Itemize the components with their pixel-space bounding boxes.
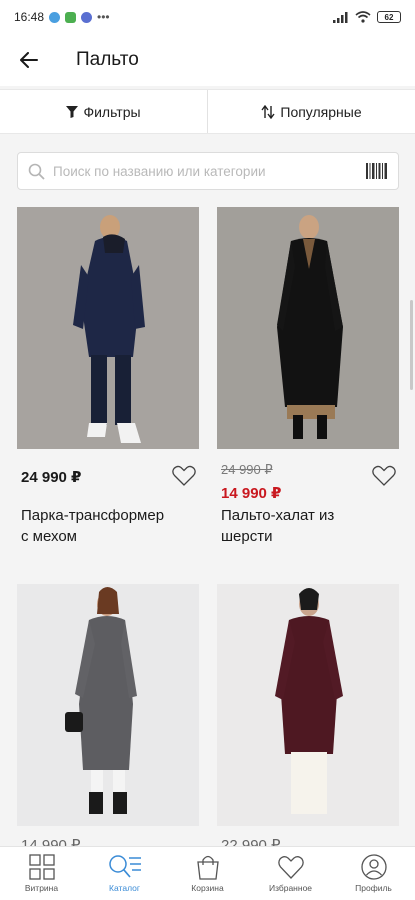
- status-time: 16:48: [14, 10, 45, 24]
- app-notification-icon: [65, 11, 77, 23]
- filter-icon: [66, 105, 79, 118]
- price-row: 24 990 ₽: [17, 459, 199, 499]
- product-old-price: 24 990 ₽: [221, 462, 273, 477]
- wifi-icon: [355, 11, 371, 23]
- nav-item-catalog[interactable]: Каталог: [83, 847, 166, 900]
- heart-icon: [277, 856, 304, 879]
- status-left: 16:48 •••: [14, 10, 110, 24]
- battery-icon: 62: [377, 11, 401, 23]
- profile-icon: [360, 854, 387, 880]
- status-right: 62: [333, 11, 401, 23]
- telegram-icon: [49, 11, 61, 23]
- product-name: Пальто-халат из шерсти: [221, 505, 401, 547]
- nav-item-cart[interactable]: Корзина: [166, 847, 249, 900]
- product-image: [217, 584, 399, 826]
- search-icon: [28, 163, 45, 180]
- bag-icon: [196, 855, 219, 880]
- grid-icon: [28, 854, 55, 880]
- nav-item-profile[interactable]: Профиль: [332, 847, 415, 900]
- back-button[interactable]: [0, 34, 58, 86]
- scrollbar[interactable]: [410, 300, 413, 390]
- barcode-icon[interactable]: [366, 163, 388, 179]
- product-card[interactable]: 24 990 ₽ Парка-трансформер с мехом: [17, 207, 199, 547]
- price-row: 22 990 ₽: [217, 836, 399, 846]
- search-input[interactable]: [53, 163, 366, 179]
- filters-button[interactable]: Фильтры: [0, 90, 207, 133]
- arrow-left-icon: [20, 52, 38, 68]
- page-title: Пальто: [76, 49, 139, 70]
- product-name: Парка-трансформер с мехом: [21, 505, 201, 547]
- product-name-line2: с мехом: [21, 528, 77, 545]
- price-row: 14 990 ₽: [17, 836, 199, 846]
- product-card[interactable]: 24 990 ₽ 14 990 ₽ Пальто-халат из шерсти: [217, 207, 399, 547]
- price-row: 24 990 ₽ 14 990 ₽: [217, 459, 399, 502]
- product-sale-price: 14 990 ₽: [221, 485, 282, 502]
- bottom-navigation: Витрина Каталог Корзина Избранное Профил…: [0, 846, 415, 900]
- product-price: 14 990 ₽: [21, 837, 81, 846]
- product-card[interactable]: 14 990 ₽: [17, 584, 199, 846]
- nav-label: Профиль: [355, 883, 392, 893]
- more-notifications-icon: •••: [97, 10, 110, 24]
- favorite-heart-icon[interactable]: [371, 464, 397, 488]
- product-name-line2: шерсти: [221, 528, 273, 545]
- product-price: 24 990 ₽: [21, 469, 82, 486]
- signal-icon: [333, 12, 348, 23]
- favorite-heart-icon[interactable]: [171, 464, 197, 488]
- product-name-line1: Парка-трансформер: [21, 507, 165, 524]
- filter-sort-bar: Фильтры Популярные: [0, 89, 415, 134]
- product-image: [217, 207, 399, 449]
- sort-label: Популярные: [280, 103, 362, 120]
- nav-label: Витрина: [24, 883, 59, 893]
- nav-label: Корзина: [191, 883, 224, 893]
- nav-label: Избранное: [268, 883, 313, 893]
- nav-label: Каталог: [109, 883, 140, 893]
- sort-arrows-icon: [261, 104, 275, 119]
- message-icon: [81, 11, 93, 23]
- nav-item-favorites[interactable]: Избранное: [249, 847, 332, 900]
- catalog-search-icon: [108, 855, 141, 878]
- product-name-line1: Пальто-халат из: [221, 507, 335, 524]
- sort-button[interactable]: Популярные: [208, 90, 415, 133]
- product-image: [17, 207, 199, 449]
- product-price: 22 990 ₽: [221, 837, 281, 846]
- status-bar: 16:48 ••• 62: [0, 0, 415, 34]
- product-card[interactable]: 22 990 ₽: [217, 584, 399, 846]
- filters-label: Фильтры: [83, 103, 141, 120]
- search-bar: [17, 152, 399, 190]
- app-bar: Пальто: [0, 34, 415, 86]
- nav-item-showcase[interactable]: Витрина: [0, 847, 83, 900]
- product-image: [17, 584, 199, 826]
